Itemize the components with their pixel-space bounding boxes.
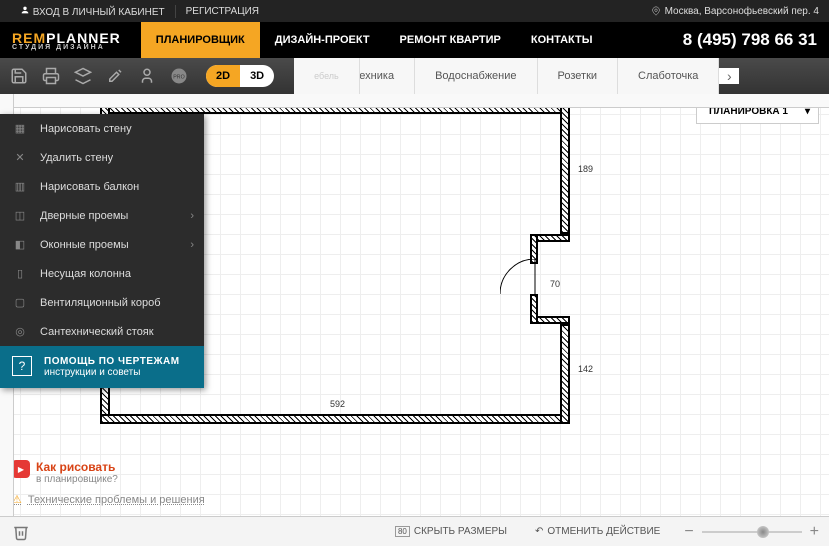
save-icon[interactable] bbox=[8, 65, 30, 87]
undo-btn[interactable]: ↶ ОТМЕНИТЬ ДЕЙСТВИЕ bbox=[521, 526, 674, 537]
login-link[interactable]: ВХОД В ЛИЧНЫЙ КАБИНЕТ bbox=[10, 5, 176, 18]
nav-repair[interactable]: РЕМОНТ КВАРТИР bbox=[385, 22, 516, 58]
phone: 8 (495) 798 66 31 bbox=[683, 30, 817, 50]
zoom-out[interactable]: − bbox=[684, 523, 693, 541]
door-icon: ◫ bbox=[12, 208, 28, 224]
zoom-slider[interactable] bbox=[702, 531, 802, 533]
view-3d[interactable]: 3D bbox=[240, 65, 274, 87]
tool-vent[interactable]: ▢Вентиляционный короб bbox=[0, 288, 204, 317]
tool-doors[interactable]: ◫Дверные проемы bbox=[0, 201, 204, 230]
undo-icon: ↶ bbox=[535, 526, 543, 537]
hide-dimensions-btn[interactable]: 80 СКРЫТЬ РАЗМЕРЫ bbox=[381, 526, 521, 537]
footer: 80 СКРЫТЬ РАЗМЕРЫ ↶ ОТМЕНИТЬ ДЕЙСТВИЕ − … bbox=[0, 516, 829, 546]
topbar: ВХОД В ЛИЧНЫЙ КАБИНЕТ РЕГИСТРАЦИЯ Москва… bbox=[0, 0, 829, 22]
grid-icon: ▦ bbox=[12, 121, 28, 137]
ruler-horizontal bbox=[0, 94, 829, 108]
location[interactable]: Москва, Варсонофьевский пер. 4 bbox=[651, 6, 819, 17]
dim-142: 142 bbox=[578, 364, 593, 374]
dim-70: 70 bbox=[550, 279, 560, 289]
nav-planner[interactable]: ПЛАНИРОВЩИК bbox=[141, 22, 260, 58]
tool-column[interactable]: ▯Несущая колонна bbox=[0, 259, 204, 288]
trash-icon[interactable] bbox=[10, 521, 32, 543]
layers-icon[interactable] bbox=[72, 65, 94, 87]
wall-right-top[interactable] bbox=[560, 104, 570, 234]
question-icon: ? bbox=[12, 356, 32, 376]
tab-water[interactable]: Водоснабжение bbox=[415, 58, 537, 94]
tool-delete-wall[interactable]: ✕Удалить стену bbox=[0, 143, 204, 172]
pin-icon bbox=[651, 6, 661, 16]
dim-592: 592 bbox=[330, 399, 345, 409]
person-icon[interactable] bbox=[136, 65, 158, 87]
header: REMPLANNER СТУДИЯ ДИЗАЙНА ПЛАНИРОВЩИК ДИ… bbox=[0, 22, 829, 58]
vent-icon: ▢ bbox=[12, 295, 28, 311]
tab-furniture[interactable]: ебель bbox=[294, 58, 360, 94]
dim-189: 189 bbox=[578, 164, 593, 174]
riser-icon: ◎ bbox=[12, 324, 28, 340]
user-icon bbox=[20, 5, 30, 15]
tools-sidemenu: ▦Нарисовать стену ✕Удалить стену ▥Нарисо… bbox=[0, 114, 204, 388]
logo[interactable]: REMPLANNER СТУДИЯ ДИЗАЙНА bbox=[12, 30, 121, 51]
tab-sockets[interactable]: Розетки bbox=[538, 58, 619, 94]
nav-design[interactable]: ДИЗАЙН-ПРОЕКТ bbox=[260, 22, 385, 58]
main-nav: ПЛАНИРОВЩИК ДИЗАЙН-ПРОЕКТ РЕМОНТ КВАРТИР… bbox=[141, 22, 608, 58]
tab-lowcurrent[interactable]: Слаботочка bbox=[618, 58, 719, 94]
cross-icon: ✕ bbox=[12, 150, 28, 166]
hints: ▶ Как рисоватьв планировщике? ⚠ Техничес… bbox=[12, 460, 205, 506]
nav-contacts[interactable]: КОНТАКТЫ bbox=[516, 22, 608, 58]
video-icon: ▶ bbox=[12, 460, 30, 478]
tool-balcony[interactable]: ▥Нарисовать балкон bbox=[0, 172, 204, 201]
print-icon[interactable] bbox=[40, 65, 62, 87]
wall-bottom[interactable] bbox=[100, 414, 570, 424]
tool-riser[interactable]: ◎Сантехнический стояк bbox=[0, 317, 204, 346]
hint-how-to-draw[interactable]: ▶ Как рисоватьв планировщике? bbox=[12, 460, 205, 485]
category-tabs: ‹ ебель Сантехника Водоснабжение Розетки… bbox=[294, 58, 821, 94]
window-icon: ◧ bbox=[12, 237, 28, 253]
zoom-control: − + bbox=[684, 523, 819, 541]
tools-icon[interactable] bbox=[104, 65, 126, 87]
toolbar: PRO 2D 3D ‹ ебель Сантехника Водоснабжен… bbox=[0, 58, 829, 94]
tabs-next[interactable]: › bbox=[719, 68, 739, 84]
column-icon: ▯ bbox=[12, 266, 28, 282]
balcony-icon: ▥ bbox=[12, 179, 28, 195]
door-arc[interactable] bbox=[500, 259, 540, 299]
help-panel[interactable]: ? ПОМОЩЬ ПО ЧЕРТЕЖАМинструкции и советы bbox=[0, 346, 204, 388]
zoom-in[interactable]: + bbox=[810, 523, 819, 541]
wall-right-bot[interactable] bbox=[560, 324, 570, 424]
zoom-thumb[interactable] bbox=[757, 526, 769, 538]
pro-icon[interactable]: PRO bbox=[168, 65, 190, 87]
view-toggle: 2D 3D bbox=[206, 65, 274, 87]
register-link[interactable]: РЕГИСТРАЦИЯ bbox=[176, 6, 269, 17]
tool-draw-wall[interactable]: ▦Нарисовать стену bbox=[0, 114, 204, 143]
hint-tech-issues[interactable]: ⚠ Технические проблемы и решения bbox=[12, 493, 205, 506]
view-2d[interactable]: 2D bbox=[206, 65, 240, 87]
tool-windows[interactable]: ◧Оконные проемы bbox=[0, 230, 204, 259]
svg-text:PRO: PRO bbox=[173, 74, 184, 80]
